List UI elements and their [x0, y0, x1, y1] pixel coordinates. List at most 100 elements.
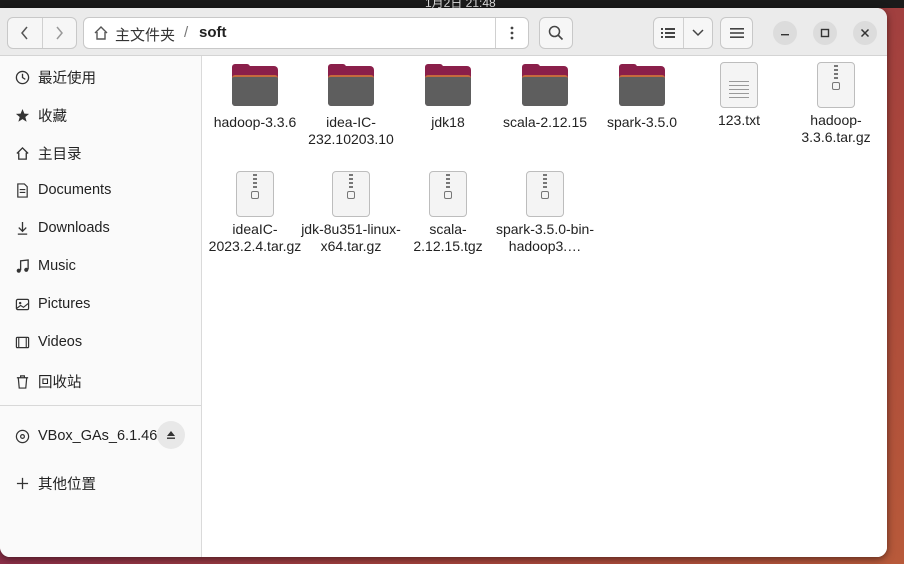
file-item-archive[interactable]: spark-3.5.0-bin-hadoop3.…: [495, 171, 595, 255]
file-name: idea-IC-232.10203.10: [308, 114, 394, 147]
file-name: hadoop-3.3.6: [213, 114, 297, 130]
folder-icon: [328, 64, 374, 110]
path-menu-button[interactable]: [495, 18, 528, 48]
list-view-button[interactable]: [654, 18, 683, 48]
folder-icon: [522, 64, 568, 110]
view-toggle-group: [653, 17, 713, 49]
breadcrumb-current[interactable]: soft: [199, 24, 227, 41]
archive-icon: [813, 62, 859, 108]
archive-icon: [232, 171, 278, 217]
minimize-button[interactable]: [773, 21, 797, 45]
sidebar-item-label: 主目录: [38, 146, 82, 163]
file-name: jdk18: [431, 114, 465, 130]
archive-icon: [328, 171, 374, 217]
sidebar-item-pictures[interactable]: Pictures: [0, 286, 201, 322]
vertical-dots-icon: [510, 26, 514, 40]
star-icon: [14, 107, 30, 123]
home-icon: [14, 145, 30, 161]
eject-icon: [167, 431, 175, 439]
sidebar-item-label: VBox_GAs_6.1.46: [38, 428, 158, 444]
document-icon: [14, 182, 30, 198]
picture-icon: [14, 296, 30, 312]
sidebar: 最近使用 收藏 主目录 Documents Downloads Music Pi…: [0, 56, 202, 557]
sidebar-item-home[interactable]: 主目录: [0, 135, 201, 171]
minimize-icon: [781, 34, 789, 36]
sidebar-item-label: Music: [38, 258, 76, 274]
file-item-archive[interactable]: scala-2.12.15.tgz: [398, 171, 498, 255]
sidebar-item-label: 回收站: [38, 374, 82, 391]
file-name: scala-2.12.15.tgz: [413, 221, 483, 254]
folder-icon: [425, 64, 471, 110]
file-name: 123.txt: [717, 112, 761, 128]
file-name: hadoop-3.3.6.tar.gz: [801, 112, 871, 145]
maximize-button[interactable]: [813, 21, 837, 45]
navigation-buttons: [7, 17, 77, 49]
archive-icon: [522, 171, 568, 217]
sidebar-item-label: Videos: [38, 334, 83, 350]
file-item-archive[interactable]: ideaIC-2023.2.4.tar.gz: [205, 171, 305, 255]
file-item-archive[interactable]: jdk-8u351-linux-x64.tar.gz: [301, 171, 401, 255]
sidebar-item-documents[interactable]: Documents: [0, 172, 201, 208]
file-grid: hadoop-3.3.6 idea-IC-232.10203.10 jdk18 …: [202, 56, 887, 557]
back-button[interactable]: [8, 18, 42, 48]
eject-button[interactable]: [157, 421, 185, 449]
sidebar-item-downloads[interactable]: Downloads: [0, 210, 201, 246]
home-icon: [93, 25, 109, 46]
breadcrumb-separator: /: [184, 24, 189, 41]
archive-icon: [425, 171, 471, 217]
sidebar-item-videos[interactable]: Videos: [0, 324, 201, 360]
header-bar: 主文件夹 / soft: [0, 8, 887, 56]
view-options-button[interactable]: [682, 18, 713, 48]
sidebar-item-label: 其他位置: [38, 476, 96, 493]
folder-icon: [232, 64, 278, 110]
main-menu-button[interactable]: [720, 17, 753, 49]
sidebar-divider: [0, 405, 201, 406]
file-manager-window: 主文件夹 / soft 最近使用 收藏 主目录 Documents Downlo…: [0, 8, 887, 557]
path-bar[interactable]: 主文件夹 / soft: [83, 17, 529, 49]
file-name: spark-3.5.0: [606, 114, 678, 130]
file-item-archive[interactable]: hadoop-3.3.6.tar.gz: [786, 62, 886, 146]
close-button[interactable]: [853, 21, 877, 45]
plus-icon: [14, 475, 30, 491]
file-item-text[interactable]: 123.txt: [689, 62, 789, 129]
search-button[interactable]: [539, 17, 573, 49]
sidebar-item-recent[interactable]: 最近使用: [0, 59, 201, 95]
hamburger-icon: [729, 28, 744, 38]
sidebar-item-other-locations[interactable]: 其他位置: [0, 465, 201, 501]
search-icon: [548, 25, 564, 41]
top-panel: 1月2日 21:48: [0, 0, 904, 8]
trash-icon: [14, 373, 30, 389]
chevron-down-icon: [692, 29, 704, 37]
sidebar-item-trash[interactable]: 回收站: [0, 363, 201, 399]
sidebar-item-starred[interactable]: 收藏: [0, 97, 201, 133]
folder-icon: [619, 64, 665, 110]
breadcrumb-home[interactable]: 主文件夹: [115, 24, 175, 45]
list-view-icon: [661, 28, 676, 38]
file-item-folder[interactable]: jdk18: [398, 64, 498, 131]
sidebar-item-label: Pictures: [38, 296, 91, 312]
sidebar-item-label: 收藏: [38, 108, 67, 125]
sidebar-item-label: 最近使用: [38, 70, 96, 87]
text-file-icon: [716, 62, 762, 108]
close-icon: [860, 28, 870, 38]
file-item-folder[interactable]: idea-IC-232.10203.10: [301, 64, 401, 148]
forward-button[interactable]: [41, 18, 77, 48]
file-item-folder[interactable]: hadoop-3.3.6: [205, 64, 305, 131]
file-name: spark-3.5.0-bin-hadoop3.…: [495, 221, 595, 254]
file-item-folder[interactable]: spark-3.5.0: [592, 64, 692, 131]
chevron-left-icon: [20, 26, 28, 40]
clock: 1月2日 21:48: [425, 0, 496, 8]
download-icon: [14, 220, 30, 236]
chevron-right-icon: [56, 26, 64, 40]
file-name: scala-2.12.15: [502, 114, 588, 130]
video-icon: [14, 334, 30, 350]
music-icon: [14, 258, 30, 274]
maximize-icon: [820, 28, 830, 38]
sidebar-item-label: Downloads: [38, 220, 110, 236]
file-name: jdk-8u351-linux-x64.tar.gz: [301, 221, 401, 254]
file-item-folder[interactable]: scala-2.12.15: [495, 64, 595, 131]
sidebar-item-music[interactable]: Music: [0, 248, 201, 284]
sidebar-item-label: Documents: [38, 182, 112, 198]
disc-icon: [14, 428, 30, 444]
file-name: ideaIC-2023.2.4.tar.gz: [208, 221, 302, 254]
